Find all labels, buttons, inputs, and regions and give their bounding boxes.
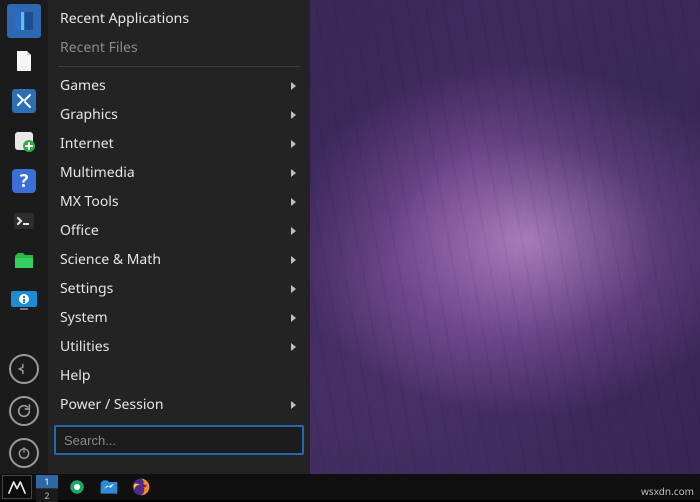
restart-icon [16, 403, 32, 419]
logout-button[interactable] [9, 354, 39, 384]
sidebar-item-files[interactable] [7, 244, 41, 278]
panel-icon [11, 8, 37, 34]
sidebar-item-info[interactable] [7, 284, 41, 318]
menu-item-help[interactable]: Help [54, 361, 304, 390]
favorites-sidebar: ? [0, 0, 48, 474]
menu-item-mxtools[interactable]: MX Tools [54, 187, 304, 216]
menu-item-label: System [60, 308, 291, 327]
menu-item-games[interactable]: Games [54, 71, 304, 100]
chevron-right-icon [291, 343, 296, 351]
tools-icon [11, 88, 37, 114]
menu-item-label: Office [60, 221, 291, 240]
taskbar-item-updater[interactable] [64, 475, 90, 499]
menu-search-wrap [54, 425, 304, 455]
menu-item-utilities[interactable]: Utilities [54, 332, 304, 361]
menu-item-label: Multimedia [60, 163, 291, 182]
menu-item-label: Help [60, 366, 296, 385]
help-icon: ? [11, 168, 37, 194]
chevron-right-icon [291, 140, 296, 148]
chevron-right-icon [291, 314, 296, 322]
sidebar-item-add-app[interactable] [7, 124, 41, 158]
chevron-right-icon [291, 401, 296, 409]
mx-logo-icon [7, 478, 27, 496]
sidebar-item-help[interactable]: ? [7, 164, 41, 198]
shield-icon [68, 478, 86, 496]
taskbar-item-firefox[interactable] [128, 475, 154, 499]
application-menu: Recent Applications Recent Files Games Gr… [48, 0, 310, 474]
sidebar-item-terminal[interactable] [7, 204, 41, 238]
restart-button[interactable] [9, 396, 39, 426]
firefox-icon [131, 477, 151, 497]
start-menu-button[interactable] [2, 475, 32, 499]
sidebar-item-tools[interactable] [7, 84, 41, 118]
menu-item-recent-files: Recent Files [54, 33, 304, 62]
menu-item-label: Settings [60, 279, 291, 298]
menu-item-label: Science & Math [60, 250, 291, 269]
search-input[interactable] [54, 425, 304, 455]
menu-item-label: Recent Applications [60, 9, 296, 28]
info-icon [11, 288, 37, 314]
menu-item-graphics[interactable]: Graphics [54, 100, 304, 129]
terminal-icon [11, 208, 37, 234]
menu-item-label: Recent Files [60, 38, 296, 57]
chevron-right-icon [291, 169, 296, 177]
workspace-pager[interactable]: 1 2 [36, 475, 58, 499]
sidebar-item-document[interactable] [7, 44, 41, 78]
folder-icon [11, 248, 37, 274]
chevron-right-icon [291, 256, 296, 264]
chevron-right-icon [291, 285, 296, 293]
menu-item-multimedia[interactable]: Multimedia [54, 158, 304, 187]
menu-item-power[interactable]: Power / Session [54, 390, 304, 419]
chevron-right-icon [291, 198, 296, 206]
menu-item-label: Internet [60, 134, 291, 153]
logout-icon [17, 362, 31, 376]
taskbar: 1 2 [0, 474, 700, 500]
menu-item-label: Utilities [60, 337, 291, 356]
svg-text:?: ? [20, 169, 29, 193]
chevron-right-icon [291, 82, 296, 90]
menu-item-label: MX Tools [60, 192, 291, 211]
chevron-right-icon [291, 227, 296, 235]
menu-item-system[interactable]: System [54, 303, 304, 332]
files-task-icon [99, 478, 119, 496]
menu-item-internet[interactable]: Internet [54, 129, 304, 158]
menu-item-office[interactable]: Office [54, 216, 304, 245]
menu-item-label: Graphics [60, 105, 291, 124]
menu-separator [58, 66, 300, 67]
menu-item-recent-applications[interactable]: Recent Applications [54, 4, 304, 33]
menu-item-label: Power / Session [60, 395, 291, 414]
sidebar-item-panel-config[interactable] [7, 4, 41, 38]
workspace-1[interactable]: 1 [36, 475, 58, 488]
menu-item-science[interactable]: Science & Math [54, 245, 304, 274]
menu-item-label: Games [60, 76, 291, 95]
add-app-icon [11, 128, 37, 154]
document-icon [11, 48, 37, 74]
watermark-text: wsxdn.com [641, 484, 694, 498]
chevron-right-icon [291, 111, 296, 119]
shutdown-button[interactable] [9, 438, 39, 468]
menu-item-settings[interactable]: Settings [54, 274, 304, 303]
taskbar-item-files[interactable] [96, 475, 122, 499]
power-icon [17, 446, 31, 460]
